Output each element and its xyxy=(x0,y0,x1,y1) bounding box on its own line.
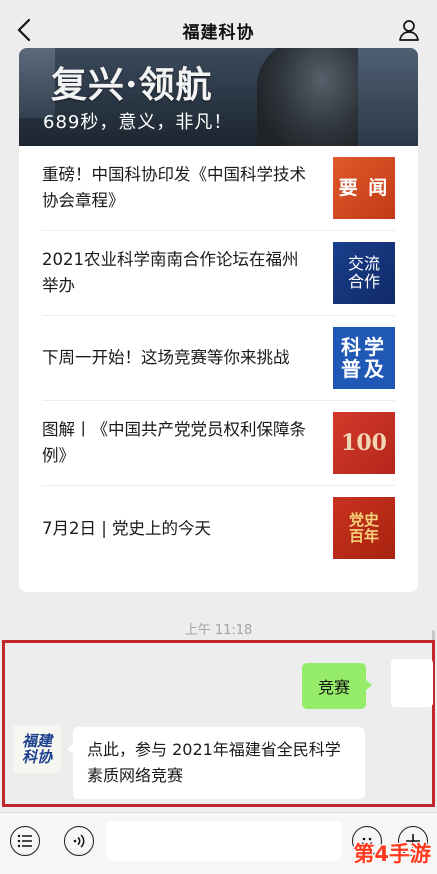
banner-subtitle: 689秒，意义，非凡！ xyxy=(43,112,233,133)
highlighted-chat-region: 竞赛 福建科协 点此，参与 2021年福建省全民科学素质网络竞赛 xyxy=(2,640,435,807)
reply-message-text: 点此，参与 2021年福建省全民科学素质网络竞赛 xyxy=(87,740,341,785)
article-card[interactable]: 复兴·领航 689秒，意义，非凡！ 重磅！中国科协印发《中国科学技术协会章程》 … xyxy=(19,48,418,592)
watermark-logo: 第4手游 xyxy=(353,842,431,866)
news-item[interactable]: 下周一开始！这场竞赛等你来挑战 科学普及 xyxy=(42,316,395,401)
news-thumbnail: 科学普及 xyxy=(333,327,395,389)
news-thumbnail: 要 闻 xyxy=(333,157,395,219)
message-timestamp: 上午 11:18 xyxy=(184,623,253,638)
self-avatar[interactable] xyxy=(391,659,433,707)
news-item[interactable]: 7月2日 | 党史上的今天 党史百年 xyxy=(42,486,395,571)
news-title: 重磅！中国科协印发《中国科学技术协会章程》 xyxy=(42,165,306,210)
message-input[interactable] xyxy=(106,821,342,861)
banner-title: 复兴·领航 xyxy=(51,64,213,106)
chevron-left-icon[interactable] xyxy=(8,14,40,46)
menu-list-icon[interactable] xyxy=(10,826,40,856)
voice-icon[interactable] xyxy=(64,826,94,856)
news-list: 重磅！中国科协印发《中国科学技术协会章程》 要 闻 2021农业科学南南合作论坛… xyxy=(19,146,418,571)
news-thumbnail: 交流合作 xyxy=(333,242,395,304)
account-logo: 福建科协 xyxy=(21,731,52,766)
news-item[interactable]: 2021农业科学南南合作论坛在福州举办 交流合作 xyxy=(42,231,395,316)
reply-message-bubble[interactable]: 点此，参与 2021年福建省全民科学素质网络竞赛 xyxy=(67,727,365,799)
banner-building-right xyxy=(358,48,418,146)
news-title: 下周一开始！这场竞赛等你来挑战 xyxy=(42,348,290,367)
news-item[interactable]: 重磅！中国科协印发《中国科学技术协会章程》 要 闻 xyxy=(42,146,395,231)
page-title: 福建科协 xyxy=(182,22,255,43)
person-icon[interactable] xyxy=(393,14,425,46)
banner-image[interactable]: 复兴·领航 689秒，意义，非凡！ xyxy=(19,48,418,146)
news-title: 2021农业科学南南合作论坛在福州举办 xyxy=(42,250,299,295)
sent-message-text: 竞赛 xyxy=(318,678,351,697)
news-thumbnail: 100 xyxy=(333,412,395,474)
news-thumbnail: 党史百年 xyxy=(333,497,395,559)
sent-message-bubble[interactable]: 竞赛 xyxy=(302,663,373,709)
news-item[interactable]: 图解丨《中国共产党党员权利保障条例》 100 xyxy=(42,401,395,486)
account-avatar[interactable]: 福建科协 xyxy=(13,725,61,773)
news-title: 7月2日 | 党史上的今天 xyxy=(42,518,212,538)
news-title: 图解丨《中国共产党党员权利保障条例》 xyxy=(42,420,306,465)
